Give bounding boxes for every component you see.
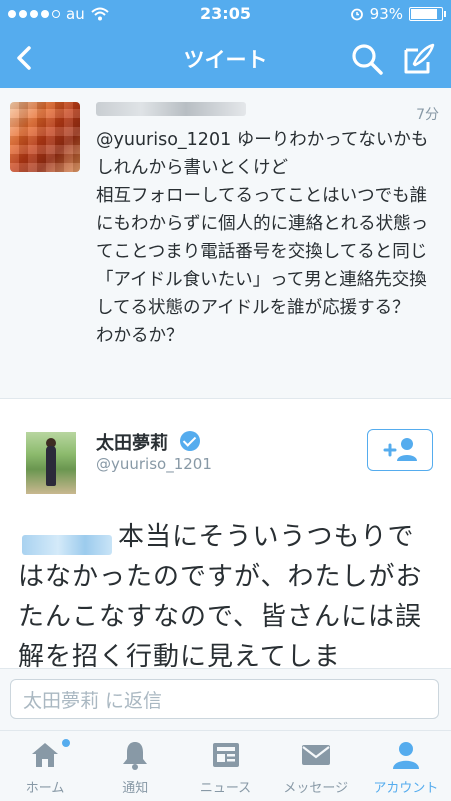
display-name[interactable]: 太田夢莉 bbox=[96, 429, 168, 455]
tab-label: メッセージ bbox=[283, 781, 349, 796]
tweet-body: 本当にそういうつもりではなかったのですが、わたしがおたんこなすなので、皆さんには… bbox=[18, 517, 433, 677]
tweet-body-text: 本当にそういうつもりではなかったのですが、わたしがおたんこなすなので、皆さんには… bbox=[18, 522, 423, 672]
verified-badge-icon bbox=[180, 431, 200, 451]
follow-button[interactable] bbox=[367, 429, 433, 471]
tab-home[interactable]: ホーム bbox=[0, 731, 90, 801]
tweet-text: @yuuriso_1201 ゆーりわかってないかもしれんから書いとくけど 相互フ… bbox=[96, 130, 429, 346]
home-icon bbox=[32, 743, 59, 767]
tab-news[interactable]: ニュース bbox=[180, 731, 270, 801]
main-tweet: 太田夢莉 @yuuriso_1201 本当にそういうつもりではなかったのですが、… bbox=[0, 399, 451, 679]
tweet-time: 7分 bbox=[416, 107, 439, 123]
battery-area: 93% bbox=[350, 5, 446, 23]
avatar[interactable] bbox=[26, 432, 76, 494]
user-handle: @yuuriso_1201 bbox=[96, 455, 212, 473]
status-bar: au 23:05 93% bbox=[0, 0, 451, 28]
tab-bar: ホーム 通知 ニュース メッセージ アカウント bbox=[0, 730, 451, 801]
tab-account[interactable]: アカウント bbox=[361, 731, 451, 801]
tab-messages[interactable]: メッセージ bbox=[271, 731, 361, 801]
bell-icon bbox=[123, 742, 148, 770]
search-icon[interactable] bbox=[350, 42, 384, 76]
tab-label: アカウント bbox=[373, 781, 439, 796]
reply-bar: 太田夢莉 に返信 bbox=[0, 668, 451, 731]
avatar[interactable] bbox=[10, 102, 80, 172]
envelope-icon bbox=[301, 745, 330, 765]
nav-bar: ツイート bbox=[0, 28, 451, 88]
tab-label: 通知 bbox=[122, 781, 149, 796]
redacted-user-name bbox=[96, 102, 246, 116]
alarm-icon bbox=[350, 8, 363, 21]
notification-dot bbox=[62, 739, 70, 747]
news-icon bbox=[212, 743, 239, 767]
tab-label: ホーム bbox=[25, 781, 65, 796]
battery-percent: 93% bbox=[369, 5, 403, 23]
tab-label: ニュース bbox=[199, 781, 252, 796]
compose-icon[interactable] bbox=[402, 42, 436, 76]
parent-tweet[interactable]: 7分 @yuuriso_1201 ゆーりわかってないかもしれんから書いとくけど … bbox=[0, 88, 451, 399]
battery-icon bbox=[409, 7, 446, 21]
tab-notifications[interactable]: 通知 bbox=[90, 731, 180, 801]
add-user-icon bbox=[383, 438, 417, 461]
person-icon bbox=[392, 742, 419, 769]
reply-input[interactable]: 太田夢莉 に返信 bbox=[10, 679, 439, 719]
